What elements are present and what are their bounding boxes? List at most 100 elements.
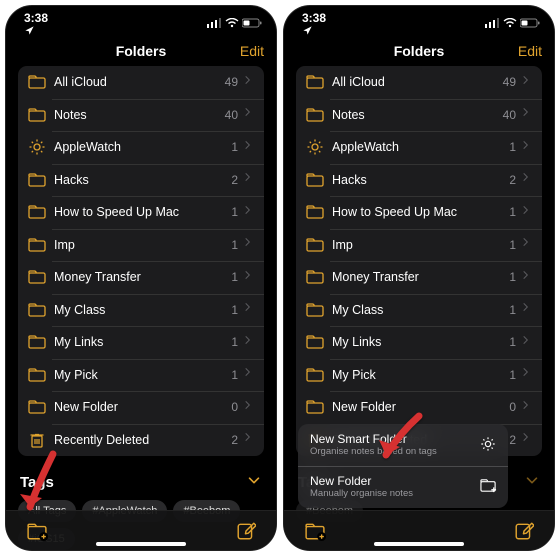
folder-row[interactable]: My Class1 xyxy=(18,294,264,327)
chevron-right-icon xyxy=(520,365,532,384)
chevron-right-icon xyxy=(520,203,532,222)
folder-name: Notes xyxy=(54,108,225,122)
folder-row[interactable]: Notes40 xyxy=(296,99,542,132)
folder-count: 1 xyxy=(509,368,516,382)
folder-count: 2 xyxy=(231,433,238,447)
new-folder-button[interactable] xyxy=(304,521,324,541)
chevron-right-icon xyxy=(242,138,254,157)
folder-row[interactable]: New Folder0 xyxy=(18,391,264,424)
chevron-right-icon xyxy=(242,300,254,319)
folder-name: New Folder xyxy=(54,400,231,414)
folder-row[interactable]: Imp1 xyxy=(18,229,264,262)
folder-name: Money Transfer xyxy=(54,270,231,284)
signal-icon xyxy=(485,18,500,28)
folder-row[interactable]: Imp1 xyxy=(296,229,542,262)
folder-name: How to Speed Up Mac xyxy=(54,205,231,219)
menu-new-folder[interactable]: New Folder Manually organise notes xyxy=(298,466,508,508)
compose-button[interactable] xyxy=(236,521,256,541)
folder-row[interactable]: My Class1 xyxy=(296,294,542,327)
chevron-right-icon xyxy=(520,300,532,319)
folder-count: 1 xyxy=(231,368,238,382)
header: Folders Edit xyxy=(6,36,276,66)
folder-name: My Links xyxy=(332,335,509,349)
chevron-right-icon xyxy=(242,73,254,92)
folder-icon xyxy=(28,268,46,286)
menu-new-smart-folder[interactable]: New Smart Folder Organise notes based on… xyxy=(298,424,508,466)
folder-name: My Class xyxy=(332,303,509,317)
folder-icon xyxy=(28,203,46,221)
tags-header[interactable]: Tags xyxy=(6,456,276,500)
folder-row[interactable]: My Links1 xyxy=(296,326,542,359)
folder-row[interactable]: Recently Deleted2 xyxy=(18,424,264,457)
folder-row[interactable]: How to Speed Up Mac1 xyxy=(296,196,542,229)
folder-count: 40 xyxy=(503,108,516,122)
edit-button[interactable]: Edit xyxy=(518,43,542,59)
chevron-right-icon xyxy=(242,365,254,384)
menu-item-title: New Folder xyxy=(310,474,413,488)
status-right xyxy=(485,18,540,28)
page-title: Folders xyxy=(116,43,167,59)
folder-row[interactable]: My Pick1 xyxy=(296,359,542,392)
folder-list: All iCloud49Notes40AppleWatch1Hacks2How … xyxy=(296,66,542,456)
folder-name: Money Transfer xyxy=(332,270,509,284)
folder-count: 1 xyxy=(231,303,238,317)
status-bar: 3:38 xyxy=(284,6,554,34)
folder-row[interactable]: Hacks2 xyxy=(296,164,542,197)
folder-count: 0 xyxy=(509,400,516,414)
edit-button[interactable]: Edit xyxy=(240,43,264,59)
folder-count: 1 xyxy=(509,335,516,349)
chevron-right-icon xyxy=(242,105,254,124)
folder-icon xyxy=(28,106,46,124)
folder-row[interactable]: Notes40 xyxy=(18,99,264,132)
folder-name: Recently Deleted xyxy=(54,433,231,447)
folder-icon xyxy=(28,398,46,416)
folder-row[interactable]: New Folder0 xyxy=(296,391,542,424)
gear-icon xyxy=(306,138,324,156)
folder-icon xyxy=(306,203,324,221)
folder-row[interactable]: Money Transfer1 xyxy=(296,261,542,294)
folder-count: 1 xyxy=(231,205,238,219)
folder-icon xyxy=(306,333,324,351)
folder-count: 2 xyxy=(509,433,516,447)
signal-icon xyxy=(207,18,222,28)
folder-name: All iCloud xyxy=(54,75,225,89)
compose-button[interactable] xyxy=(514,521,534,541)
status-time: 3:38 xyxy=(302,11,326,25)
status-bar: 3:38 xyxy=(6,6,276,34)
folder-count: 49 xyxy=(225,75,238,89)
folder-plus-icon xyxy=(480,477,496,497)
chevron-right-icon xyxy=(520,235,532,254)
folder-row[interactable]: My Pick1 xyxy=(18,359,264,392)
folder-row[interactable]: AppleWatch1 xyxy=(296,131,542,164)
folder-name: New Folder xyxy=(332,400,509,414)
folder-row[interactable]: All iCloud49 xyxy=(296,66,542,99)
chevron-right-icon xyxy=(242,170,254,189)
folder-list: All iCloud49Notes40AppleWatch1Hacks2How … xyxy=(18,66,264,456)
folder-row[interactable]: Hacks2 xyxy=(18,164,264,197)
new-folder-button[interactable] xyxy=(26,521,46,541)
chevron-right-icon xyxy=(242,398,254,417)
folder-icon xyxy=(306,398,324,416)
menu-item-subtitle: Manually organise notes xyxy=(310,489,413,500)
folder-row[interactable]: How to Speed Up Mac1 xyxy=(18,196,264,229)
folder-count: 1 xyxy=(231,238,238,252)
chevron-right-icon xyxy=(520,170,532,189)
folder-row[interactable]: Money Transfer1 xyxy=(18,261,264,294)
folder-icon xyxy=(306,73,324,91)
folder-row[interactable]: My Links1 xyxy=(18,326,264,359)
folder-row[interactable]: All iCloud49 xyxy=(18,66,264,99)
folder-count: 1 xyxy=(231,270,238,284)
folder-name: My Class xyxy=(54,303,231,317)
status-time: 3:38 xyxy=(24,11,48,25)
folder-count: 49 xyxy=(503,75,516,89)
chevron-right-icon xyxy=(520,333,532,352)
folder-name: How to Speed Up Mac xyxy=(332,205,509,219)
folder-name: AppleWatch xyxy=(332,140,509,154)
folder-name: My Links xyxy=(54,335,231,349)
chevron-right-icon xyxy=(520,268,532,287)
folder-icon xyxy=(306,171,324,189)
chevron-right-icon xyxy=(520,430,532,449)
folder-name: Hacks xyxy=(332,173,509,187)
menu-item-subtitle: Organise notes based on tags xyxy=(310,447,437,458)
folder-row[interactable]: AppleWatch1 xyxy=(18,131,264,164)
